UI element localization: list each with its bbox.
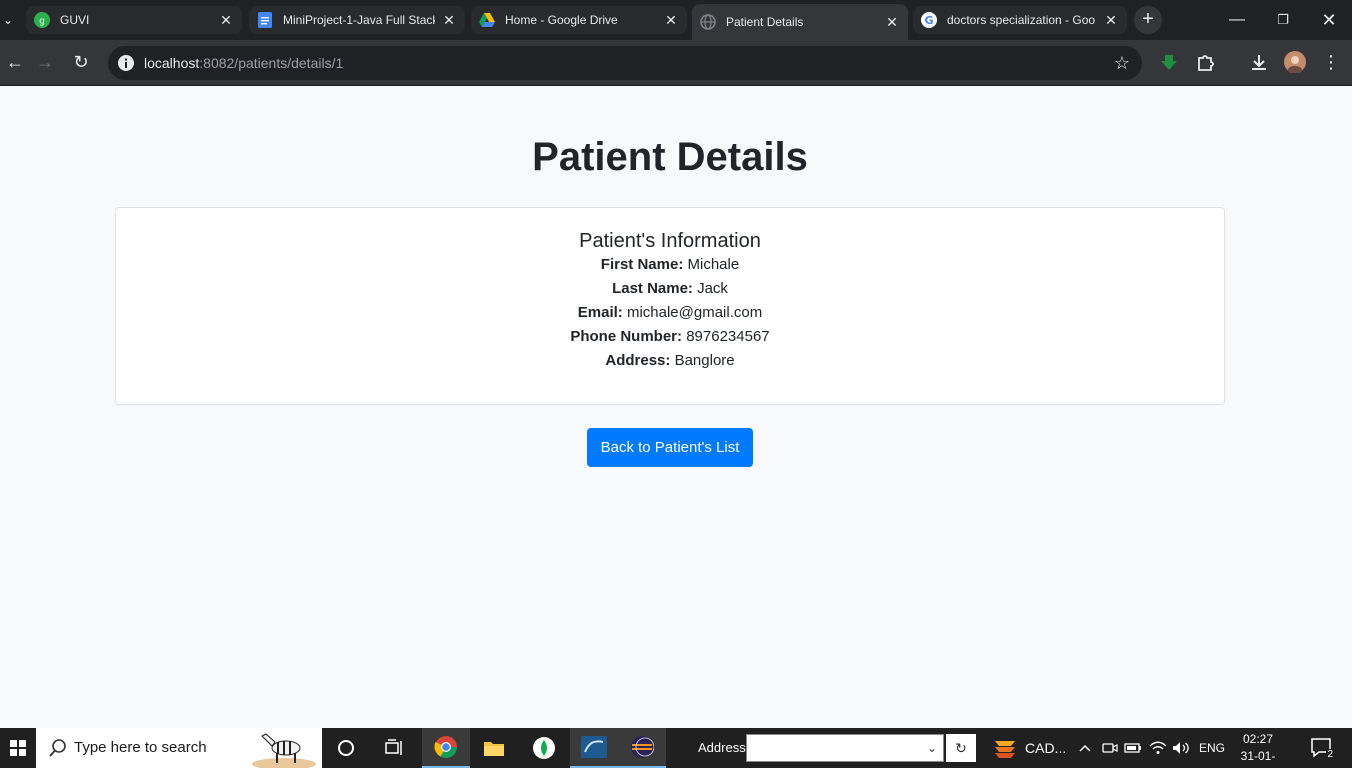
cad-app-label[interactable]: CAD...: [1025, 728, 1066, 768]
close-tab-icon[interactable]: ✕: [663, 12, 679, 28]
windows-taskbar: Type here to search Address ⌄ ↻ CAD... E…: [0, 728, 1352, 768]
browser-menu-icon[interactable]: ⋮: [1316, 47, 1346, 77]
field-label: Email:: [577, 304, 623, 321]
phone-value: 8976234567: [686, 328, 770, 345]
patient-info-card: Patient's Information First Name: Michal…: [115, 207, 1225, 405]
field-label: Address:: [605, 352, 671, 369]
battery-icon[interactable]: [1122, 728, 1144, 768]
field-label: First Name:: [600, 256, 684, 273]
last-name-row: Last Name: Jack: [116, 277, 1224, 301]
address-value: Banglore: [674, 352, 735, 369]
tab-title: GUVI: [60, 13, 90, 27]
reload-icon[interactable]: ↻: [66, 47, 96, 77]
new-tab-plus-icon[interactable]: +: [1134, 6, 1162, 34]
close-tab-icon[interactable]: ✕: [441, 12, 457, 28]
tab-google-search[interactable]: G doctors specialization - Goo ✕: [913, 6, 1127, 34]
download-extension-icon[interactable]: [1154, 47, 1184, 77]
svg-text:G: G: [924, 14, 933, 27]
globe-icon: [700, 14, 716, 30]
zebra-highlight-icon: [248, 728, 318, 768]
notification-center-icon[interactable]: 2: [1310, 736, 1334, 760]
wifi-icon[interactable]: [1147, 728, 1169, 768]
show-hidden-icons-chevron-icon[interactable]: [1074, 728, 1096, 768]
phone-row: Phone Number: 8976234567: [116, 325, 1224, 349]
refresh-go-icon[interactable]: ↻: [946, 734, 976, 762]
chrome-taskbar-icon[interactable]: [422, 728, 470, 768]
mysql-workbench-icon[interactable]: [570, 728, 618, 768]
page-content: Patient Details Patient's Information Fi…: [0, 87, 1352, 728]
clock-date: 31-01-2025: [1240, 749, 1276, 768]
google-docs-icon: [257, 12, 273, 28]
tab-title: MiniProject-1-Java Full Stack: [283, 13, 435, 27]
guvi-icon: g: [34, 12, 50, 28]
back-to-patient-list-button[interactable]: Back to Patient's List: [587, 428, 753, 467]
extensions-puzzle-icon[interactable]: [1191, 47, 1221, 77]
address-bar[interactable]: localhost:8082/patients/details/1 ☆: [108, 46, 1142, 80]
close-tab-icon[interactable]: ✕: [218, 12, 234, 28]
card-title: Patient's Information: [579, 230, 761, 252]
volume-icon[interactable]: [1170, 728, 1192, 768]
close-window-icon[interactable]: ✕: [1306, 0, 1352, 40]
windows-start-icon[interactable]: [0, 728, 36, 768]
file-explorer-icon[interactable]: [470, 728, 518, 768]
tab-title: Patient Details: [726, 15, 804, 29]
site-info-icon[interactable]: [116, 53, 136, 73]
bookmark-star-icon[interactable]: ☆: [1114, 51, 1130, 75]
minimize-window-icon[interactable]: —: [1214, 0, 1260, 40]
mongodb-icon[interactable]: [520, 728, 568, 768]
google-drive-icon: [479, 12, 495, 28]
first-name-value: Michale: [687, 256, 740, 273]
forward-arrow-icon[interactable]: →: [30, 47, 60, 77]
eclipse-icon[interactable]: [618, 728, 666, 768]
address-row: Address: Banglore: [116, 349, 1224, 373]
back-arrow-icon[interactable]: ←: [0, 47, 30, 77]
last-name-value: Jack: [697, 280, 728, 297]
clock[interactable]: 02:27 31-01-2025: [1230, 731, 1286, 768]
browser-tab-strip: ⌄ g GUVI ✕ MiniProject-1-Java Full Stack…: [0, 0, 1352, 40]
email-value: michale@gmail.com: [626, 304, 763, 321]
taskbar-search-box[interactable]: Type here to search: [36, 728, 322, 768]
tab-title: doctors specialization - Goo: [947, 13, 1096, 27]
cortana-circle-icon[interactable]: [322, 728, 370, 768]
downloads-icon[interactable]: [1244, 47, 1274, 77]
url-path: :8082/patients/details/1: [199, 55, 344, 71]
field-label: Phone Number:: [570, 328, 683, 345]
svg-text:g: g: [39, 17, 45, 27]
task-view-icon[interactable]: [370, 728, 418, 768]
field-label: Last Name:: [612, 280, 693, 297]
browser-toolbar: ← → ↻ localhost:8082/patients/details/1 …: [0, 40, 1352, 86]
taskbar-address-input[interactable]: ⌄: [746, 734, 944, 762]
page-title: Patient Details: [532, 135, 808, 179]
email-row: Email: michale@gmail.com: [116, 301, 1224, 325]
tab-patient-details[interactable]: Patient Details ✕: [692, 4, 908, 40]
google-icon: G: [921, 12, 937, 28]
restore-window-icon[interactable]: ❐: [1260, 0, 1306, 40]
tab-google-drive[interactable]: Home - Google Drive ✕: [471, 6, 687, 34]
meet-now-icon[interactable]: [1099, 728, 1121, 768]
url-host: localhost: [144, 55, 200, 71]
chevron-down-icon[interactable]: ⌄: [927, 737, 937, 759]
tab-guvi[interactable]: g GUVI ✕: [26, 6, 242, 34]
profile-avatar[interactable]: [1280, 47, 1310, 77]
tab-search-chevron-icon[interactable]: ⌄: [0, 10, 16, 30]
search-icon: [48, 738, 68, 758]
url-text: localhost:8082/patients/details/1: [144, 46, 343, 80]
clock-time: 02:27: [1242, 732, 1274, 746]
search-placeholder: Type here to search: [74, 739, 207, 756]
tab-google-docs[interactable]: MiniProject-1-Java Full Stack ✕: [249, 6, 465, 34]
language-indicator[interactable]: ENG: [1199, 728, 1225, 768]
close-tab-icon[interactable]: ✕: [1103, 12, 1119, 28]
tab-title: Home - Google Drive: [505, 13, 618, 27]
address-toolbar-label: Address: [698, 740, 746, 755]
close-tab-icon[interactable]: ✕: [884, 14, 900, 30]
notification-count: 2: [1326, 749, 1334, 760]
cad-app-icon[interactable]: [986, 728, 1024, 768]
first-name-row: First Name: Michale: [116, 253, 1224, 277]
